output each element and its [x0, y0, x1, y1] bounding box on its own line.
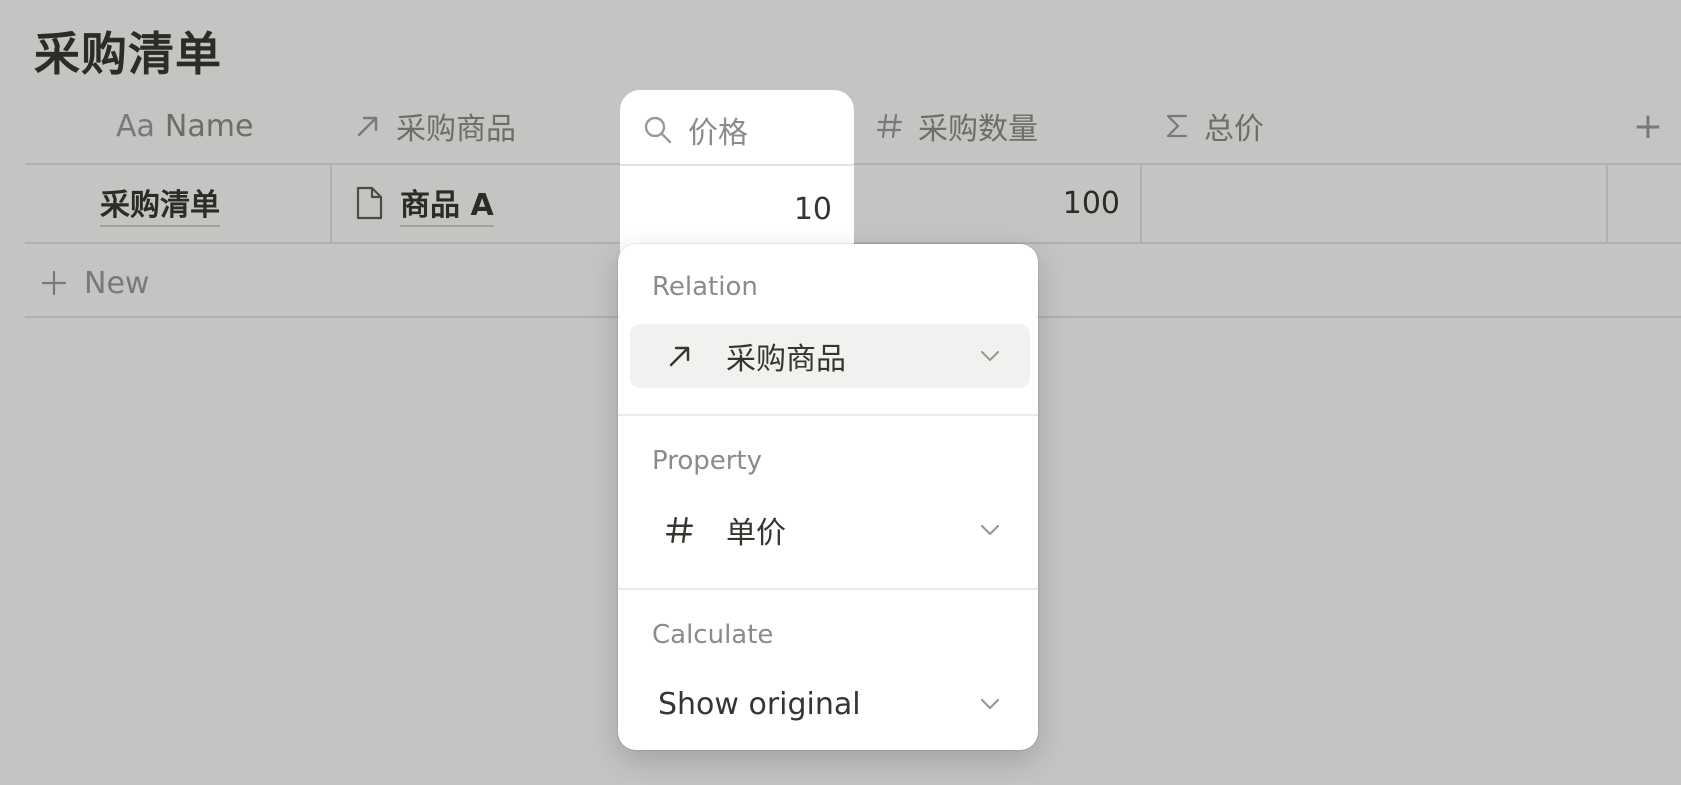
section-divider [618, 588, 1038, 590]
property-section-label: Property [652, 446, 763, 476]
chevron-down-icon [980, 524, 1000, 536]
section-divider [618, 414, 1038, 416]
active-column-price: 价格 10 [620, 90, 854, 258]
relation-arrow-icon [658, 342, 702, 370]
hash-icon [658, 515, 702, 545]
relation-section-label: Relation [652, 272, 758, 302]
search-icon [642, 114, 674, 146]
chevron-down-icon [980, 350, 1000, 362]
relation-select-value: 采购商品 [726, 342, 846, 377]
calculate-section-label: Calculate [652, 620, 774, 650]
price-value: 10 [793, 191, 832, 227]
rollup-config-popup: Relation 采购商品 Property 单价 Calculate Show… [618, 244, 1038, 750]
calculate-select-value: Show original [658, 686, 861, 722]
property-select[interactable]: 单价 [630, 498, 1030, 562]
chevron-down-icon [980, 698, 1000, 710]
column-header-price[interactable]: 价格 [642, 100, 748, 160]
relation-select[interactable]: 采购商品 [630, 324, 1030, 388]
calculate-select[interactable]: Show original [630, 672, 1030, 736]
column-header-label: 价格 [688, 116, 748, 151]
property-select-value: 单价 [726, 516, 786, 551]
header-divider [620, 164, 854, 166]
